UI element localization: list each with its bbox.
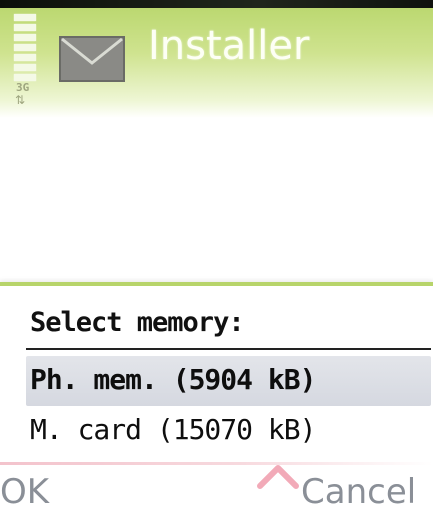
ok-softkey[interactable]: OK [0,472,49,512]
app-title: Installer [148,23,310,69]
dialog-divider [26,348,431,350]
memory-option-card[interactable]: M. card (15070 kB) [26,406,431,456]
installer-screen: 3G ⇅ Installer Select memory: Ph. mem. (… [0,0,433,513]
memory-option-phone[interactable]: Ph. mem. (5904 kB) [26,356,431,406]
network-type-label: 3G [16,81,30,94]
cancel-softkey[interactable]: Cancel [301,472,431,512]
softkey-divider [0,462,433,465]
memory-option-label: M. card (15070 kB) [30,413,316,446]
title-bar: 3G ⇅ Installer [0,0,433,118]
signal-strength-icon [14,14,36,86]
envelope-icon [59,36,125,82]
dialog-heading: Select memory: [30,307,245,338]
softkey-bar: OK Cancel [0,462,433,513]
select-memory-dialog: Select memory: Ph. mem. (5904 kB) M. car… [0,282,433,474]
content-area [0,118,433,280]
transfer-arrows-icon: ⇅ [15,93,26,107]
scroll-up-indicator-icon [257,465,299,489]
memory-option-label: Ph. mem. (5904 kB) [30,363,316,396]
